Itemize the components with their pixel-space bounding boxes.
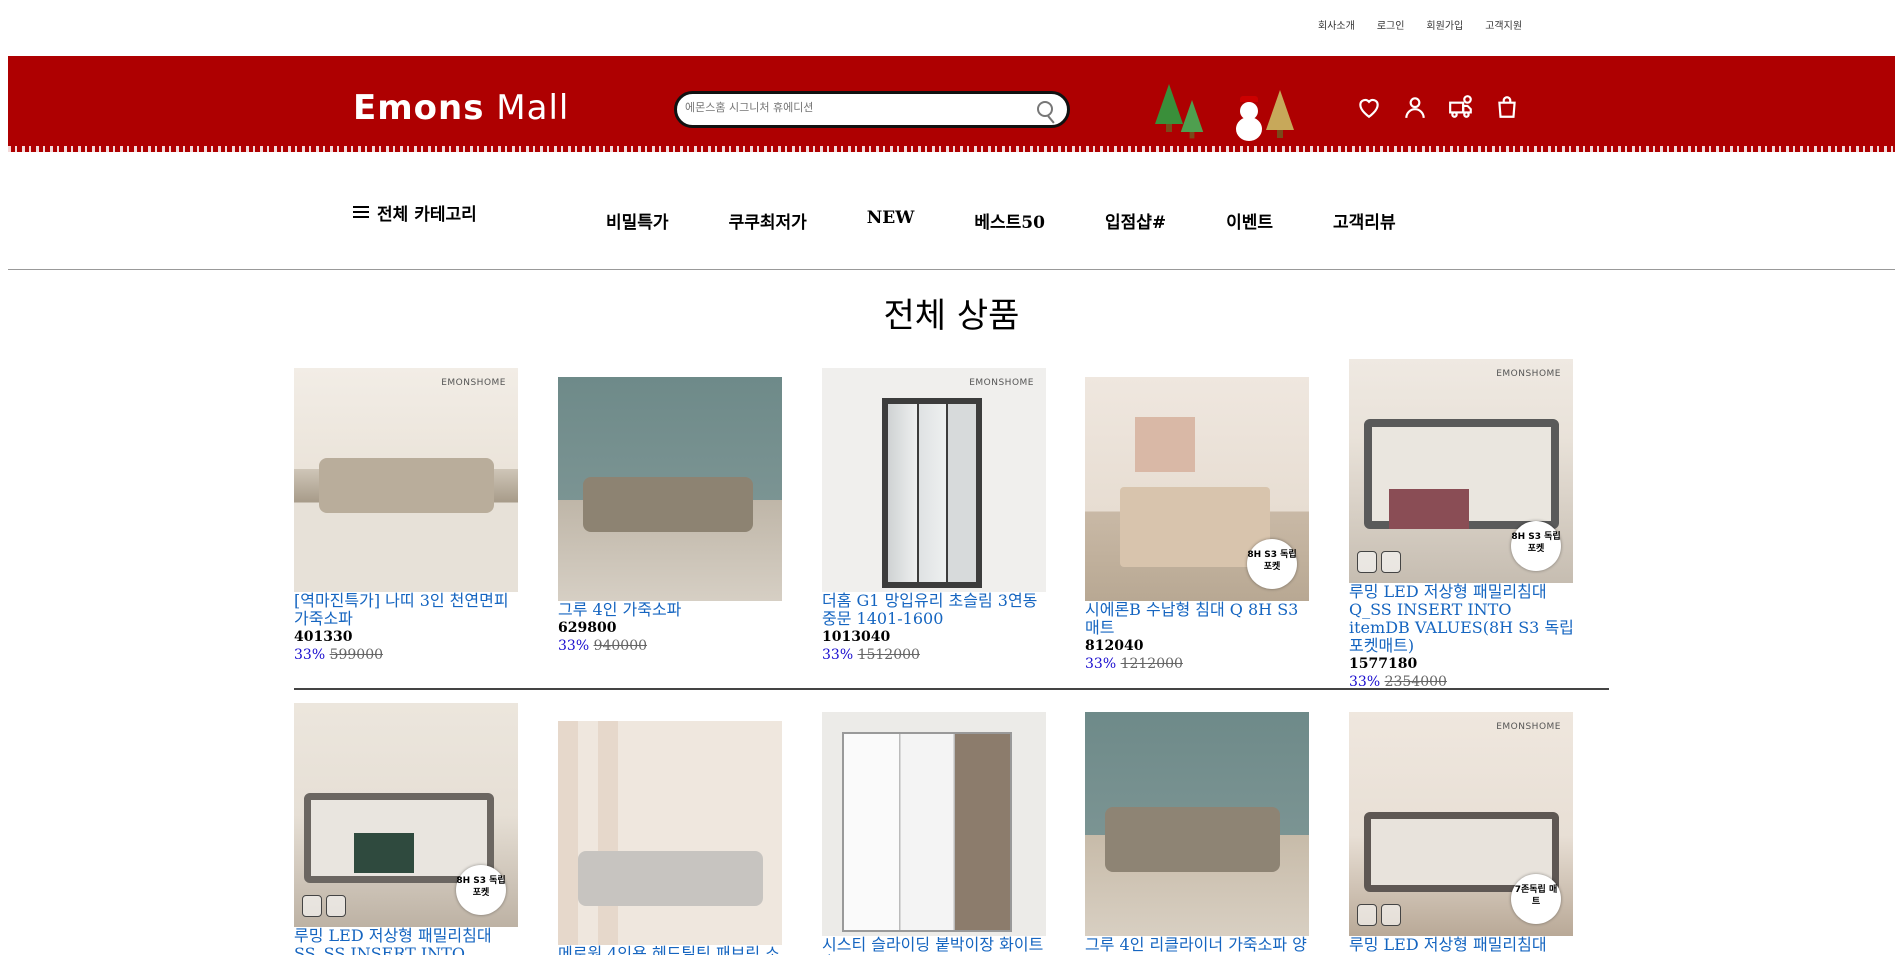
product-card[interactable]: 그루 4인 리클라이너 가죽소파 양쪽 (1085, 712, 1311, 955)
product-card[interactable]: EMONSHOME 7존독립 매트 루밍 LED 저상형 패밀리침대 Q_SS (1349, 712, 1575, 955)
christmas-tree-icon (1155, 84, 1183, 132)
led-usb-icons (302, 895, 346, 917)
led-usb-icons (1357, 904, 1401, 926)
product-name[interactable]: 루밍 LED 저상형 패밀리침대 Q_SS (1349, 936, 1575, 955)
product-card[interactable]: EMONSHOME [역마진특가] 나띠 3인 천연면피 가죽소파 401330… (294, 368, 520, 664)
brand-mark: EMONSHOME (969, 378, 1034, 388)
customer-support-link[interactable]: 고객지원 (1485, 17, 1522, 32)
user-icon[interactable] (1402, 94, 1428, 120)
hamburger-icon (353, 206, 369, 219)
top-links: 회사소개 로그인 회원가입 고객지원 (1318, 17, 1522, 32)
product-card[interactable]: 메로원 4인용 헤드틸팅 패브릭 소파 (558, 721, 784, 955)
search-box (674, 91, 1070, 128)
product-name[interactable]: 루밍 LED 저상형 패밀리침대 Q_SS INSERT INTO itemDB… (1349, 583, 1575, 655)
product-price: 1577180 (1349, 656, 1418, 672)
product-price: 1013040 (822, 629, 891, 645)
nav-item-new[interactable]: NEW (867, 208, 915, 233)
product-discount: 33% 1212000 (1085, 656, 1183, 672)
product-card[interactable]: 시스티 슬라이딩 붙박이장 화이트혹 (822, 712, 1048, 955)
mattress-zone-badge: 7존독립 매트 (1511, 874, 1561, 924)
nav-item-customer-review[interactable]: 고객리뷰 (1333, 208, 1396, 233)
brand-mark: EMONSHOME (1496, 722, 1561, 732)
pocket-spring-badge: 8H S3 독립포켓 (1247, 539, 1297, 589)
header-icons (1356, 94, 1520, 120)
pocket-spring-badge: 8H S3 독립포켓 (1511, 521, 1561, 571)
product-image[interactable]: EMONSHOME 8H S3 독립포켓 (1349, 359, 1573, 583)
christmas-tree-icon (1180, 100, 1204, 139)
product-image[interactable]: EMONSHOME (294, 368, 518, 592)
product-card[interactable]: EMONSHOME 더홈 G1 망입유리 초슬림 3연동 중문 1401-160… (822, 368, 1048, 664)
product-name[interactable]: 루밍 LED 저상형 패밀리침대 SS_SS INSERT INTO itemD… (294, 927, 520, 955)
product-name[interactable]: 더홈 G1 망입유리 초슬림 3연동 중문 1401-1600 (822, 592, 1048, 628)
company-intro-link[interactable]: 회사소개 (1318, 17, 1355, 32)
search-input[interactable] (685, 101, 1025, 114)
nav-item-event[interactable]: 이벤트 (1226, 208, 1273, 233)
product-name[interactable]: 그루 4인 가죽소파 (558, 601, 784, 619)
product-name[interactable]: 메로원 4인용 헤드틸팅 패브릭 소파 (558, 945, 784, 955)
page-title: 전체 상품 (883, 296, 1020, 336)
brand-mark: EMONSHOME (441, 378, 506, 388)
product-price: 401330 (294, 629, 353, 645)
all-category-button[interactable]: 전체 카테고리 (353, 200, 477, 225)
product-card[interactable]: 8H S3 독립포켓 루밍 LED 저상형 패밀리침대 SS_SS INSERT… (294, 703, 520, 955)
header-banner: Emons Mall (8, 56, 1895, 156)
product-name[interactable]: 그루 4인 리클라이너 가죽소파 양쪽 (1085, 936, 1311, 955)
site-logo[interactable]: Emons Mall (353, 88, 569, 128)
nav-menu: 비밀특가 쿠쿠최저가 NEW 베스트50 입점샵# 이벤트 고객리뷰 (606, 208, 1396, 233)
product-price: 812040 (1085, 638, 1144, 654)
product-discount: 33% 1512000 (822, 647, 920, 663)
product-card[interactable]: EMONSHOME 8H S3 독립포켓 루밍 LED 저상형 패밀리침대 Q_… (1349, 359, 1575, 691)
product-image[interactable]: EMONSHOME 7존독립 매트 (1349, 712, 1573, 936)
product-image[interactable]: 8H S3 독립포켓 (1085, 377, 1309, 601)
product-discount: 33% 599000 (294, 647, 384, 663)
product-image[interactable] (558, 377, 782, 601)
product-name[interactable]: [역마진특가] 나띠 3인 천연면피 가죽소파 (294, 592, 520, 628)
product-card[interactable]: 그루 4인 가죽소파 629800 33% 940000 (558, 377, 784, 655)
login-link[interactable]: 로그인 (1377, 17, 1405, 32)
christmas-tree-icon (1266, 90, 1294, 138)
product-image[interactable] (1085, 712, 1309, 936)
nav-item-best50[interactable]: 베스트50 (974, 208, 1045, 233)
product-discount: 33% 940000 (558, 638, 648, 654)
search-icon[interactable] (1037, 101, 1053, 117)
product-name[interactable]: 시스티 슬라이딩 붙박이장 화이트혹 (822, 936, 1048, 955)
product-card[interactable]: 8H S3 독립포켓 시에론B 수납형 침대 Q 8H S3매트 812040 … (1085, 377, 1311, 673)
product-image[interactable]: 8H S3 독립포켓 (294, 703, 518, 927)
pocket-spring-badge: 8H S3 독립포켓 (456, 865, 506, 915)
product-image[interactable]: EMONSHOME (822, 368, 1046, 592)
product-image[interactable] (558, 721, 782, 945)
product-name[interactable]: 시에론B 수납형 침대 Q 8H S3매트 (1085, 601, 1311, 637)
product-image[interactable] (822, 712, 1046, 936)
shopping-bag-icon[interactable] (1494, 94, 1520, 120)
heart-icon[interactable] (1356, 94, 1382, 120)
all-category-label: 전체 카테고리 (377, 205, 477, 225)
brand-mark: EMONSHOME (1496, 369, 1561, 379)
top-utility-bar: 회사소개 로그인 회원가입 고객지원 (0, 0, 1903, 54)
snowman-icon (1236, 96, 1262, 141)
led-usb-icons (1357, 551, 1401, 573)
nav-item-partner-shop[interactable]: 입점샵# (1105, 208, 1166, 233)
signup-link[interactable]: 회원가입 (1426, 17, 1463, 32)
product-price: 629800 (558, 620, 617, 636)
nav-item-cuckoo-lowest[interactable]: 쿠쿠최저가 (729, 208, 807, 233)
delivery-truck-icon[interactable] (1448, 94, 1474, 120)
row-divider (294, 688, 1609, 690)
nav-item-secret-deal[interactable]: 비밀특가 (606, 208, 669, 233)
main-navigation: 전체 카테고리 비밀특가 쿠쿠최저가 NEW 베스트50 입점샵# 이벤트 고객… (8, 156, 1895, 270)
